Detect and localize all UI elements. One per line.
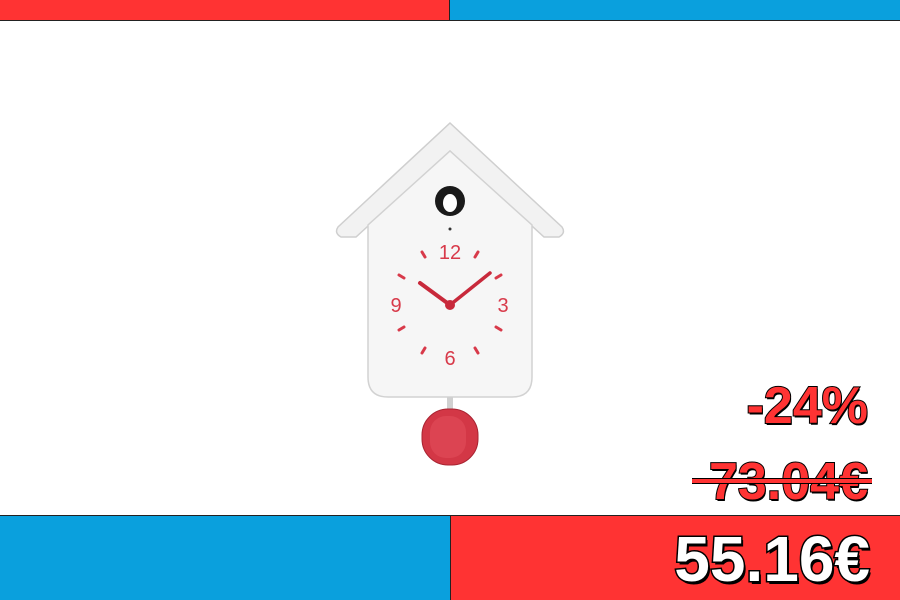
new-price: 55.16€	[673, 522, 872, 597]
dial-number-6: 6	[444, 348, 455, 370]
hand-center	[445, 300, 455, 310]
top-bar-red-segment	[0, 0, 450, 20]
discount-badge: -24%	[746, 376, 869, 436]
dial-number-3: 3	[497, 295, 508, 317]
cuckoo-bird	[443, 194, 457, 212]
dial-number-12: 12	[439, 242, 461, 264]
top-color-bar	[0, 0, 900, 21]
bottom-bar-blue-segment	[0, 516, 451, 600]
top-bar-blue-segment	[450, 0, 900, 20]
cuckoo-clock-image: 12 3 6 9	[335, 121, 565, 466]
old-price-strikethrough	[692, 478, 872, 484]
dial-number-9: 9	[390, 295, 401, 317]
